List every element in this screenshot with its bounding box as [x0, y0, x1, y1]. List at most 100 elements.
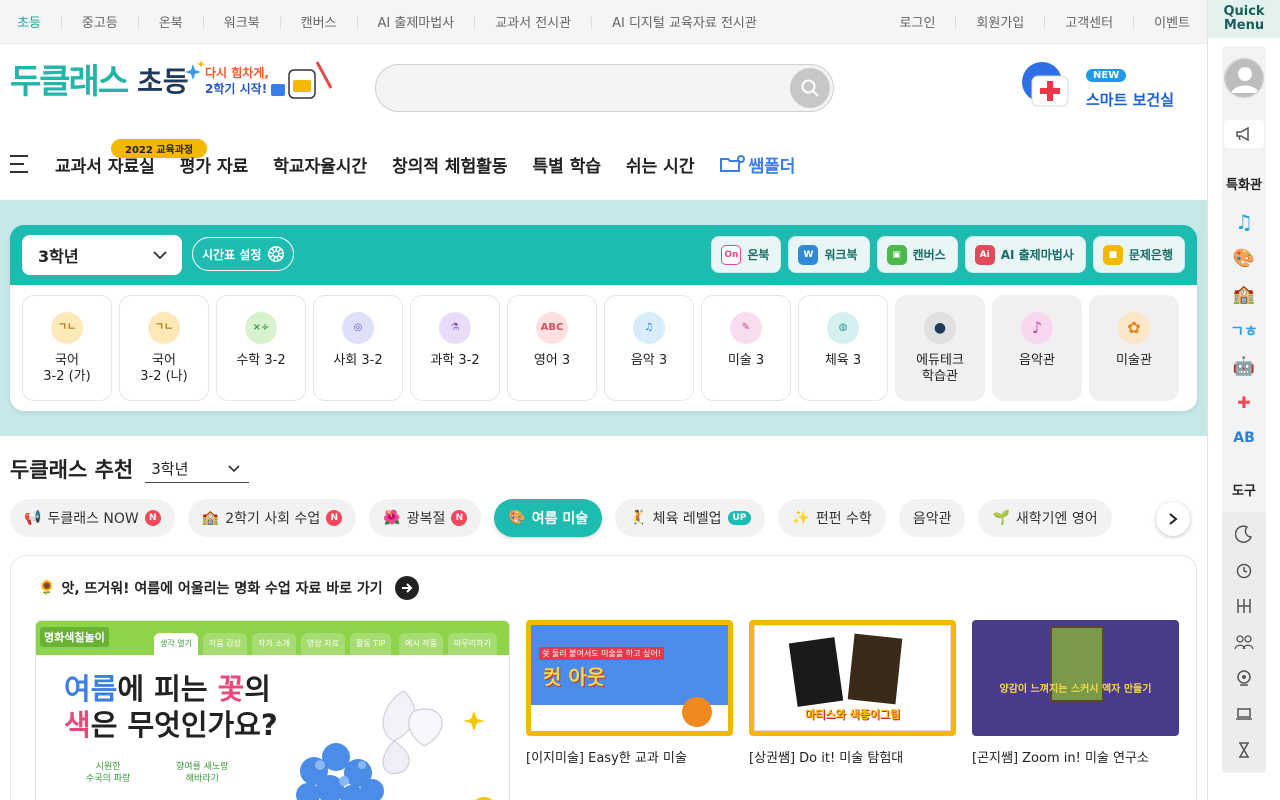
- chip-doclass-now[interactable]: 📢 두클래스 NOW N: [10, 499, 175, 537]
- site-logo[interactable]: 두클래스 초등: [10, 62, 189, 102]
- webcam-button[interactable]: [1222, 664, 1266, 692]
- featured-lesson-card[interactable]: 명화색칠놀이 생각 열기 작품 감상 작가 소개 영상 자료 활동 TIP 예시…: [35, 620, 510, 800]
- quick-art-button[interactable]: 🎨: [1222, 244, 1266, 272]
- flower-illustration: [296, 690, 493, 800]
- top-link-workbook[interactable]: 워크북: [183, 12, 260, 31]
- music-hall[interactable]: ♪ 음악관: [992, 295, 1082, 401]
- timer-button[interactable]: [1222, 556, 1266, 584]
- lesson-tab: 작품 감상: [203, 633, 247, 655]
- lesson-tab: 영상 자료: [301, 633, 345, 655]
- nav-assessment[interactable]: 평가 자료: [180, 152, 248, 177]
- quick-school-button[interactable]: 🏫: [1222, 280, 1266, 308]
- quick-english-button[interactable]: AB: [1222, 424, 1266, 452]
- chip-label: 음악관: [912, 511, 952, 527]
- top-link-ai-digital-exhibit[interactable]: AI 디지털 교육자료 전시관: [571, 12, 757, 31]
- school-icon: 🏫: [1232, 283, 1256, 305]
- top-right-links: 로그인 회원가입 고객센터 이벤트: [900, 12, 1190, 31]
- quick-music-button[interactable]: ♫: [1222, 208, 1266, 236]
- people-icon: [1234, 635, 1254, 650]
- screen-button[interactable]: [1222, 700, 1266, 728]
- art-hall[interactable]: ✿ 미술관: [1089, 295, 1179, 401]
- nav-textbook-resources-label: 교과서 자료실: [55, 156, 155, 177]
- subject-math[interactable]: ×÷ 수학 3-2: [216, 295, 306, 401]
- question-bank-button[interactable]: ■ 문제은행: [1092, 236, 1185, 273]
- subject-science[interactable]: ⚗ 과학 3-2: [410, 295, 500, 401]
- chip-liberation-day[interactable]: 🌺 광복절 N: [369, 499, 482, 537]
- recommend-grade-value: 3학년: [151, 460, 189, 478]
- edutech-hall[interactable]: ● 에듀테크 학습관: [895, 295, 985, 401]
- hourglass-button[interactable]: [1222, 736, 1266, 764]
- chip-label: 펀펀 수학: [815, 511, 872, 527]
- top-link-textbook-exhibit[interactable]: 교과서 전시관: [454, 12, 571, 31]
- announcement-button[interactable]: [1224, 120, 1264, 148]
- chips-next-button[interactable]: [1156, 502, 1190, 536]
- card1-sun: [682, 697, 712, 727]
- group-button[interactable]: [1222, 592, 1266, 620]
- customer-center-link[interactable]: 고객센터: [1024, 12, 1113, 31]
- smart-health-room-label: 스마트 보건실: [1086, 91, 1175, 109]
- canvas-label: 캔버스: [912, 248, 946, 262]
- q-word: 에 피는: [117, 672, 218, 706]
- login-link[interactable]: 로그인: [900, 12, 936, 31]
- onbook-icon: On: [721, 244, 742, 265]
- subject-korean-b[interactable]: ㄱㄴ 국어 3-2 (나): [119, 295, 209, 401]
- subject-music[interactable]: ♫ 음악 3: [604, 295, 694, 401]
- subject-pe[interactable]: ◍ 체육 3: [798, 295, 888, 401]
- promo-banner[interactable]: 다시 힘차게, 2학기 시작!: [185, 58, 335, 104]
- promo-sparkle-icon: [185, 60, 333, 99]
- timetable-settings-button[interactable]: 시간표 설정: [192, 237, 295, 271]
- robot-icon: 🤖: [1232, 355, 1256, 377]
- lesson-tab: 마무리하기: [448, 633, 497, 655]
- nav-ssam-folder[interactable]: 쌤폴더: [719, 152, 795, 177]
- subject-korean-a[interactable]: ㄱㄴ 국어 3-2 (가): [22, 295, 112, 401]
- grade-select[interactable]: 3학년: [22, 235, 182, 275]
- nav-special-learning[interactable]: 특별 학습: [533, 152, 601, 177]
- canvas-icon: ▣: [886, 244, 907, 265]
- nav-break-time[interactable]: 쉬는 시간: [626, 152, 694, 177]
- new-badge: N: [326, 510, 343, 526]
- nav-school-autonomy[interactable]: 학교자율시간: [273, 152, 367, 177]
- school-icon: 🏫: [201, 510, 220, 526]
- subject-art[interactable]: ✎ 미술 3: [701, 295, 791, 401]
- chip-fun-math[interactable]: ✨ 펀펀 수학: [778, 499, 886, 537]
- recommend-grade-select[interactable]: 3학년: [145, 455, 250, 483]
- quick-robot-button[interactable]: 🤖: [1222, 352, 1266, 380]
- chip-summer-art[interactable]: 🎨 여름 미술: [494, 499, 603, 537]
- question-bank-label: 문제은행: [1128, 248, 1173, 262]
- chip-music-hall[interactable]: 음악관: [898, 499, 966, 537]
- workbook-button[interactable]: W 워크북: [788, 236, 870, 273]
- top-link-elementary[interactable]: 초등: [17, 12, 41, 31]
- dark-mode-button[interactable]: [1222, 520, 1266, 548]
- chip-new-semester-english[interactable]: 🌱 새학기엔 영어: [978, 499, 1112, 537]
- top-link-ai-quiz[interactable]: AI 출제마법사: [337, 12, 455, 31]
- top-link-canvas[interactable]: 캔버스: [260, 12, 337, 31]
- lesson-card-art-expedition[interactable]: 마티스와 색종이그림: [749, 620, 956, 736]
- chip-social-class[interactable]: 🏫 2학기 사회 수업 N: [187, 499, 357, 537]
- nav-creative-activities[interactable]: 창의적 체험활동: [392, 152, 507, 177]
- lesson-card-easy-art[interactable]: 쉿 둘러 붙여서도 미술을 하고 싶어! 컷 아웃: [526, 620, 733, 736]
- chip-pe-levelup[interactable]: 🤾 체육 레벨업 UP: [615, 499, 766, 537]
- lesson-card-art-lab[interactable]: 양감이 느껴지는 스커시 액자 만들기: [972, 620, 1179, 736]
- profile-avatar[interactable]: [1224, 58, 1264, 98]
- hamburger-menu-icon[interactable]: [10, 144, 32, 184]
- subject-social[interactable]: ◎ 사회 3-2: [313, 295, 403, 401]
- nav-textbook-resources[interactable]: 2022 교육과정 교과서 자료실: [55, 138, 208, 177]
- onbook-button[interactable]: On 온북: [711, 236, 782, 273]
- section-title-link[interactable]: 🌻 앗, 뜨거워! 여름에 어울리는 명화 수업 자료 바로 가기: [38, 576, 419, 600]
- event-link[interactable]: 이벤트: [1113, 12, 1190, 31]
- main-navigation: 2022 교육과정 교과서 자료실 평가 자료 학교자율시간 창의적 체험활동 …: [0, 138, 900, 184]
- signup-link[interactable]: 회원가입: [935, 12, 1024, 31]
- top-link-onbook[interactable]: 온북: [118, 12, 183, 31]
- subject-english[interactable]: ABC 영어 3: [507, 295, 597, 401]
- student-picker-button[interactable]: [1222, 628, 1266, 656]
- special-hall-label: 특화관: [1226, 178, 1262, 193]
- canvas-button[interactable]: ▣ 캔버스: [876, 236, 958, 273]
- smart-health-room-link[interactable]: NEW 스마트 보건실: [1020, 62, 1174, 110]
- ai-quiz-button[interactable]: Ai AI 출제마법사: [964, 236, 1086, 273]
- search-input[interactable]: [376, 65, 776, 111]
- top-link-middle-high[interactable]: 중고등: [41, 12, 118, 31]
- quick-hangul-button[interactable]: ㄱㅎ: [1222, 316, 1266, 344]
- quick-health-button[interactable]: ✚: [1222, 388, 1266, 416]
- search-button[interactable]: [790, 68, 830, 108]
- eye-icon: ●: [924, 312, 956, 344]
